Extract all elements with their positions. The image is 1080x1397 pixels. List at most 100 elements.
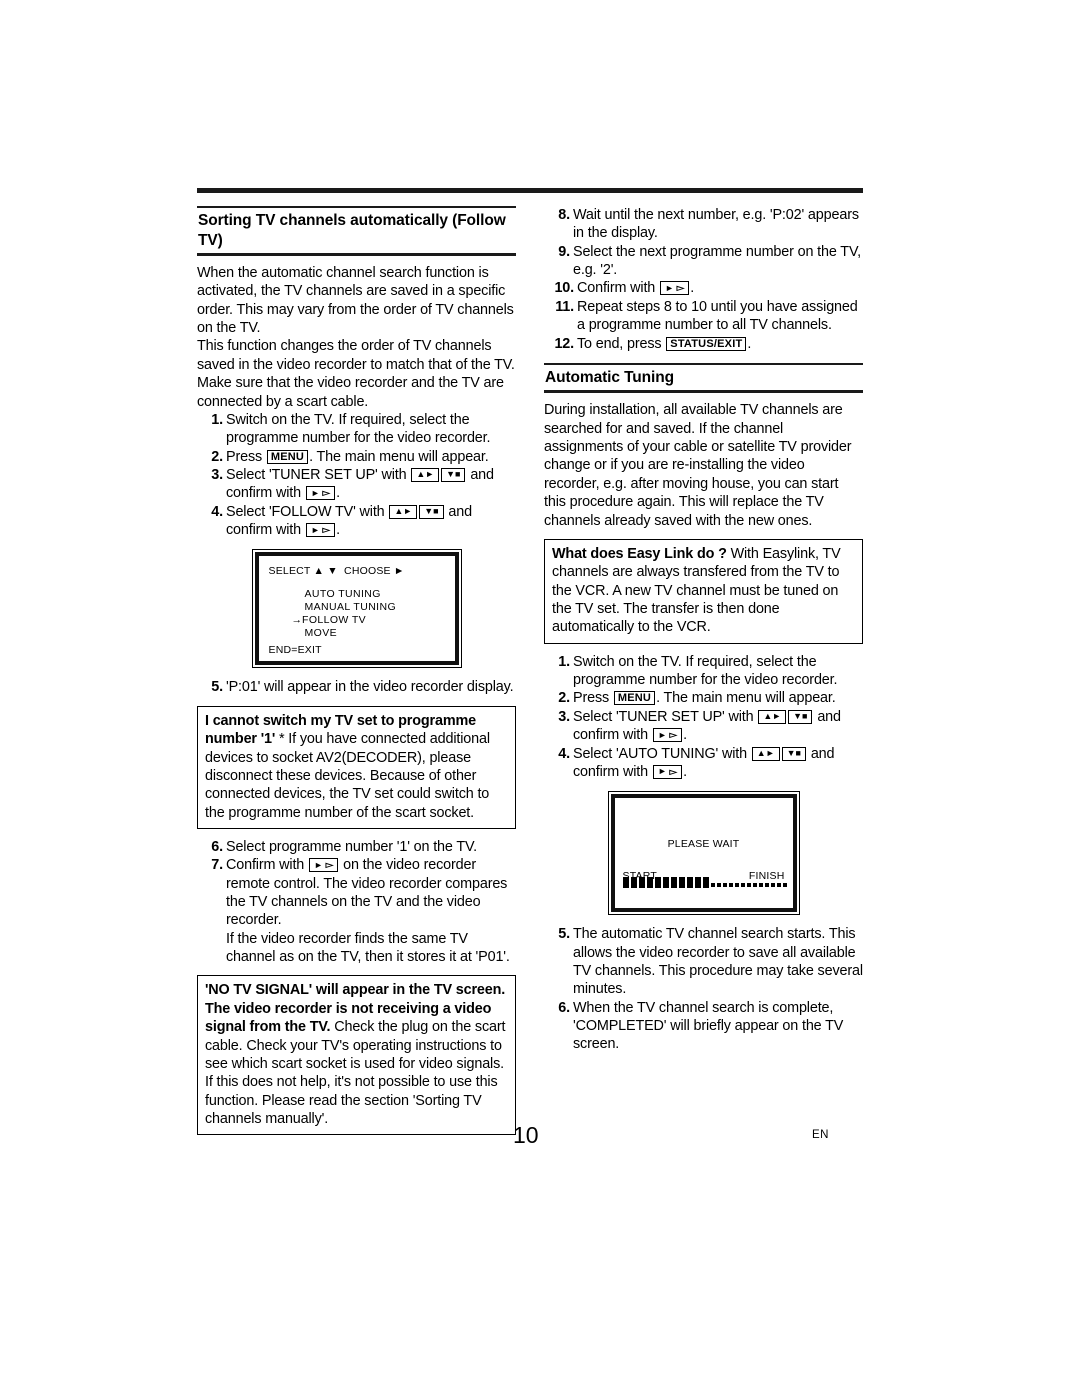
follow-tv-steps-8-12: 8. Wait until the next number, e.g. 'P:02… — [544, 206, 863, 353]
progress-remaining-dot — [746, 883, 751, 888]
progress-filled-block — [630, 877, 637, 889]
step-text: Press — [226, 448, 266, 465]
progress-remaining-dot — [740, 883, 745, 888]
osd-item-move[interactable]: MOVE — [305, 627, 338, 639]
step-text: Select programme number '1' on the TV. — [226, 838, 477, 855]
step-number: 3. — [558, 708, 570, 725]
note-box-easy-link: What does Easy Link do ? With Easylink, … — [544, 538, 863, 644]
step-number: 1. — [211, 411, 223, 428]
play-confirm-key-icon: ► ▻ — [309, 858, 339, 873]
osd-item-auto-tuning[interactable]: AUTO TUNING — [305, 588, 381, 600]
step-number: 4. — [211, 503, 223, 520]
progress-remaining-dot — [752, 883, 757, 888]
step-text: To end, press — [577, 335, 666, 352]
step-item: 8. Wait until the next number, e.g. 'P:02… — [544, 206, 863, 243]
step-number: 3. — [211, 466, 223, 483]
step-text-tail: . The main menu will appear. — [656, 690, 836, 707]
up-right-key-icon: ▲► — [758, 709, 787, 724]
section-heading-follow-tv: Sorting TV channels automatically (Follo… — [197, 206, 516, 257]
osd-progress-bar — [622, 876, 787, 889]
progress-filled-block — [702, 877, 709, 889]
osd-header-choose-label: CHOOSE — [344, 565, 391, 578]
menu-key-icon: MENU — [266, 449, 309, 464]
step-text: When the TV channel search is complete, … — [573, 999, 844, 1053]
progress-remaining-dot — [722, 883, 727, 888]
osd-item-follow-tv[interactable]: →FOLLOW TV — [292, 614, 367, 626]
progress-remaining-dot — [770, 883, 775, 888]
play-confirm-key-icon: ► ▻ — [660, 281, 690, 296]
up-right-key-icon: ▲► — [411, 467, 440, 482]
step-item: 7. Confirm with ► ▻ on the video recorder… — [197, 856, 516, 966]
step-item: 6. Select programme number '1' on the TV. — [197, 838, 516, 856]
intro-paragraph-3: Make sure that the video recorder and th… — [197, 375, 504, 410]
progress-remaining-dot — [764, 883, 769, 888]
step-text-tail: . — [747, 335, 752, 352]
step-text: Switch on the TV. If required, select th… — [573, 653, 838, 689]
note-box-cannot-switch-tv: I cannot switch my TV set to programme n… — [197, 705, 516, 829]
progress-remaining-dot — [776, 883, 781, 888]
down-stop-key-icon: ▼■ — [441, 467, 466, 482]
osd-screen: SELECT ▲ ▼ CHOOSE ► AUTO TUNING MANUAL T… — [254, 552, 459, 666]
heading-title: Automatic Tuning — [545, 368, 674, 386]
automatic-tuning-steps-5-6: 5. The automatic TV channel search starts… — [544, 925, 863, 1054]
osd-please-wait-message: PLEASE WAIT — [667, 838, 740, 851]
step-item: 5. The automatic TV channel search starts… — [544, 925, 863, 998]
step-number: 10. — [554, 280, 574, 297]
up-right-key-icon: ▲► — [751, 746, 780, 761]
step-text: 'P:01' will appear in the video recorder… — [226, 679, 514, 696]
intro-paragraph-1: When the automatic channel search functi… — [197, 265, 514, 337]
play-confirm-key-icon: ► ▻ — [305, 523, 336, 538]
step-number: 5. — [558, 926, 570, 943]
step-text: Press — [573, 690, 613, 707]
two-column-layout: Sorting TV channels automatically (Follo… — [197, 206, 863, 1144]
step-number: 8. — [558, 207, 570, 223]
heading-rule-bottom — [197, 253, 516, 257]
progress-filled-block — [686, 877, 693, 889]
note-box-line-3: If this does not help, it's not possible… — [205, 1074, 498, 1127]
osd-header-select-label: SELECT — [268, 565, 311, 578]
step-text-tail: . — [690, 280, 695, 297]
osd-item-manual-tuning[interactable]: MANUAL TUNING — [305, 601, 397, 613]
step-number: 5. — [211, 679, 223, 696]
step-text: Select 'TUNER SET UP' with — [226, 466, 411, 483]
note-box-no-tv-signal: 'NO TV SIGNAL' will appear in the TV scr… — [197, 975, 516, 1136]
step-text: Switch on the TV. If required, select th… — [226, 411, 491, 447]
play-confirm-key-icon: ► ▻ — [652, 764, 683, 779]
step-item: 1. Switch on the TV. If required, select … — [544, 653, 863, 690]
step-number: 12. — [554, 335, 574, 352]
heading-title: Sorting TV channels automatically (Follo… — [198, 212, 506, 249]
automatic-tuning-intro: During installation, all available TV ch… — [544, 402, 852, 529]
step-text: The automatic TV channel search starts. … — [573, 926, 863, 998]
up-right-key-icon: ▲► — [389, 504, 418, 519]
progress-remaining-dot — [782, 883, 787, 888]
right-column: 8. Wait until the next number, e.g. 'P:02… — [544, 206, 863, 1054]
step-text: Select the next programme number on the … — [573, 243, 861, 279]
language-code: EN — [812, 1129, 829, 1141]
step-text: Confirm with — [577, 280, 660, 297]
progress-remaining-dot — [716, 883, 721, 888]
follow-tv-step-5: 5. 'P:01' will appear in the video record… — [197, 678, 516, 696]
down-stop-key-icon: ▼■ — [419, 504, 444, 519]
heading-rule-bottom — [544, 390, 863, 394]
osd-menu-screenshot: SELECT ▲ ▼ CHOOSE ► AUTO TUNING MANUAL T… — [197, 549, 516, 669]
progress-filled-block — [646, 877, 653, 889]
right-arrow-icon: ► — [393, 565, 405, 578]
menu-key-icon: MENU — [613, 691, 656, 706]
step-text: Select 'FOLLOW TV' with — [226, 503, 389, 520]
step-item: 1. Switch on the TV. If required, select … — [197, 411, 516, 448]
progress-remaining-dot — [710, 883, 715, 888]
step-item: 2. Press MENU. The main menu will appear. — [544, 689, 863, 707]
step-number: 9. — [558, 243, 570, 260]
note-box-title: What does Easy Link do ? — [552, 545, 727, 562]
selection-arrow-icon: → — [291, 614, 303, 627]
step-7-continuation: If the video recorder finds the same TV … — [226, 930, 510, 966]
step-item: 4. Select 'AUTO TUNING' with ▲► ▼■ and con… — [544, 745, 863, 782]
step-item: 11. Repeat steps 8 to 10 until you have a… — [544, 298, 863, 335]
step-number: 6. — [558, 999, 570, 1016]
down-stop-key-icon: ▼■ — [781, 746, 806, 761]
progress-filled-block — [662, 877, 669, 889]
progress-filled-block — [638, 877, 645, 889]
step-item: 6. When the TV channel search is complete… — [544, 999, 863, 1054]
follow-tv-steps-1-4: 1. Switch on the TV. If required, select … — [197, 411, 516, 540]
manual-page: Sorting TV channels automatically (Follo… — [197, 188, 863, 1144]
